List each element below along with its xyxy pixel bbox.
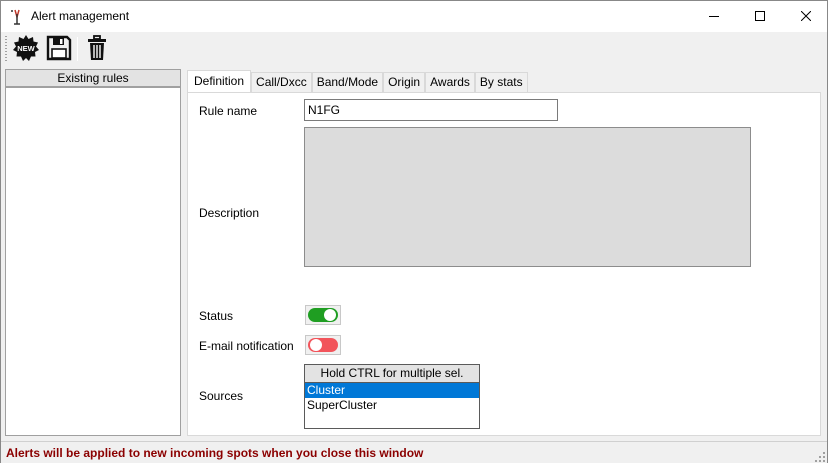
alert-management-window: Alert management NEW Existing rules Defi… — [0, 0, 828, 463]
antenna-app-icon — [9, 8, 25, 25]
tab-definition[interactable]: Definition — [187, 70, 252, 92]
description-textarea[interactable] — [304, 127, 751, 267]
close-icon — [800, 10, 812, 24]
existing-rules-header[interactable]: Existing rules — [6, 70, 180, 88]
tab-by-stats[interactable]: By stats — [474, 72, 528, 92]
sources-label: Sources — [199, 389, 244, 403]
tab-origin[interactable]: Origin — [383, 72, 426, 92]
email-notification-toggle[interactable] — [305, 335, 341, 355]
minimize-icon — [709, 10, 719, 24]
sources-header: Hold CTRL for multiple sel. — [305, 365, 479, 383]
email-notification-label: E-mail notification — [199, 339, 294, 353]
window-title: Alert management — [31, 9, 130, 23]
close-button[interactable] — [783, 1, 828, 32]
new-rule-button[interactable]: NEW — [11, 34, 41, 64]
status-message: Alerts will be applied to new incoming s… — [6, 446, 424, 460]
sources-list[interactable]: Hold CTRL for multiple sel. Cluster Supe… — [304, 364, 480, 429]
new-badge-text: NEW — [17, 44, 35, 53]
tab-band-mode[interactable]: Band/Mode — [311, 72, 384, 92]
rule-name-label: Rule name — [199, 104, 258, 118]
status-toggle-knob — [324, 309, 336, 321]
trash-can-icon — [86, 34, 108, 64]
floppy-disk-icon — [46, 35, 72, 64]
save-rule-button[interactable] — [44, 34, 74, 64]
tab-call-dxcc[interactable]: Call/Dxcc — [251, 72, 312, 92]
title-bar[interactable]: Alert management — [1, 1, 827, 32]
toolbar-separator — [77, 37, 78, 61]
rule-name-input[interactable] — [304, 99, 558, 121]
minimize-button[interactable] — [691, 1, 737, 32]
source-item-cluster[interactable]: Cluster — [305, 383, 479, 398]
status-label: Status — [199, 309, 234, 323]
description-label: Description — [199, 206, 260, 220]
email-toggle-knob — [310, 339, 322, 351]
resize-grip-icon[interactable] — [815, 451, 825, 462]
tab-awards[interactable]: Awards — [425, 72, 475, 92]
delete-rule-button[interactable] — [82, 34, 112, 64]
maximize-button[interactable] — [737, 1, 783, 32]
source-item-supercluster[interactable]: SuperCluster — [305, 398, 479, 413]
new-starburst-icon: NEW — [12, 34, 40, 65]
tab-strip: Definition Call/Dxcc Band/Mode Origin Aw… — [187, 70, 528, 92]
status-bar: Alerts will be applied to new incoming s… — [1, 441, 827, 463]
definition-tab-page: Rule name Description Status E-mail noti… — [187, 92, 821, 436]
existing-rules-list[interactable]: Existing rules — [5, 69, 181, 436]
maximize-icon — [755, 10, 765, 24]
toolbar-grip[interactable] — [5, 36, 7, 62]
status-toggle[interactable] — [305, 305, 341, 325]
toolbar: NEW — [1, 32, 827, 66]
